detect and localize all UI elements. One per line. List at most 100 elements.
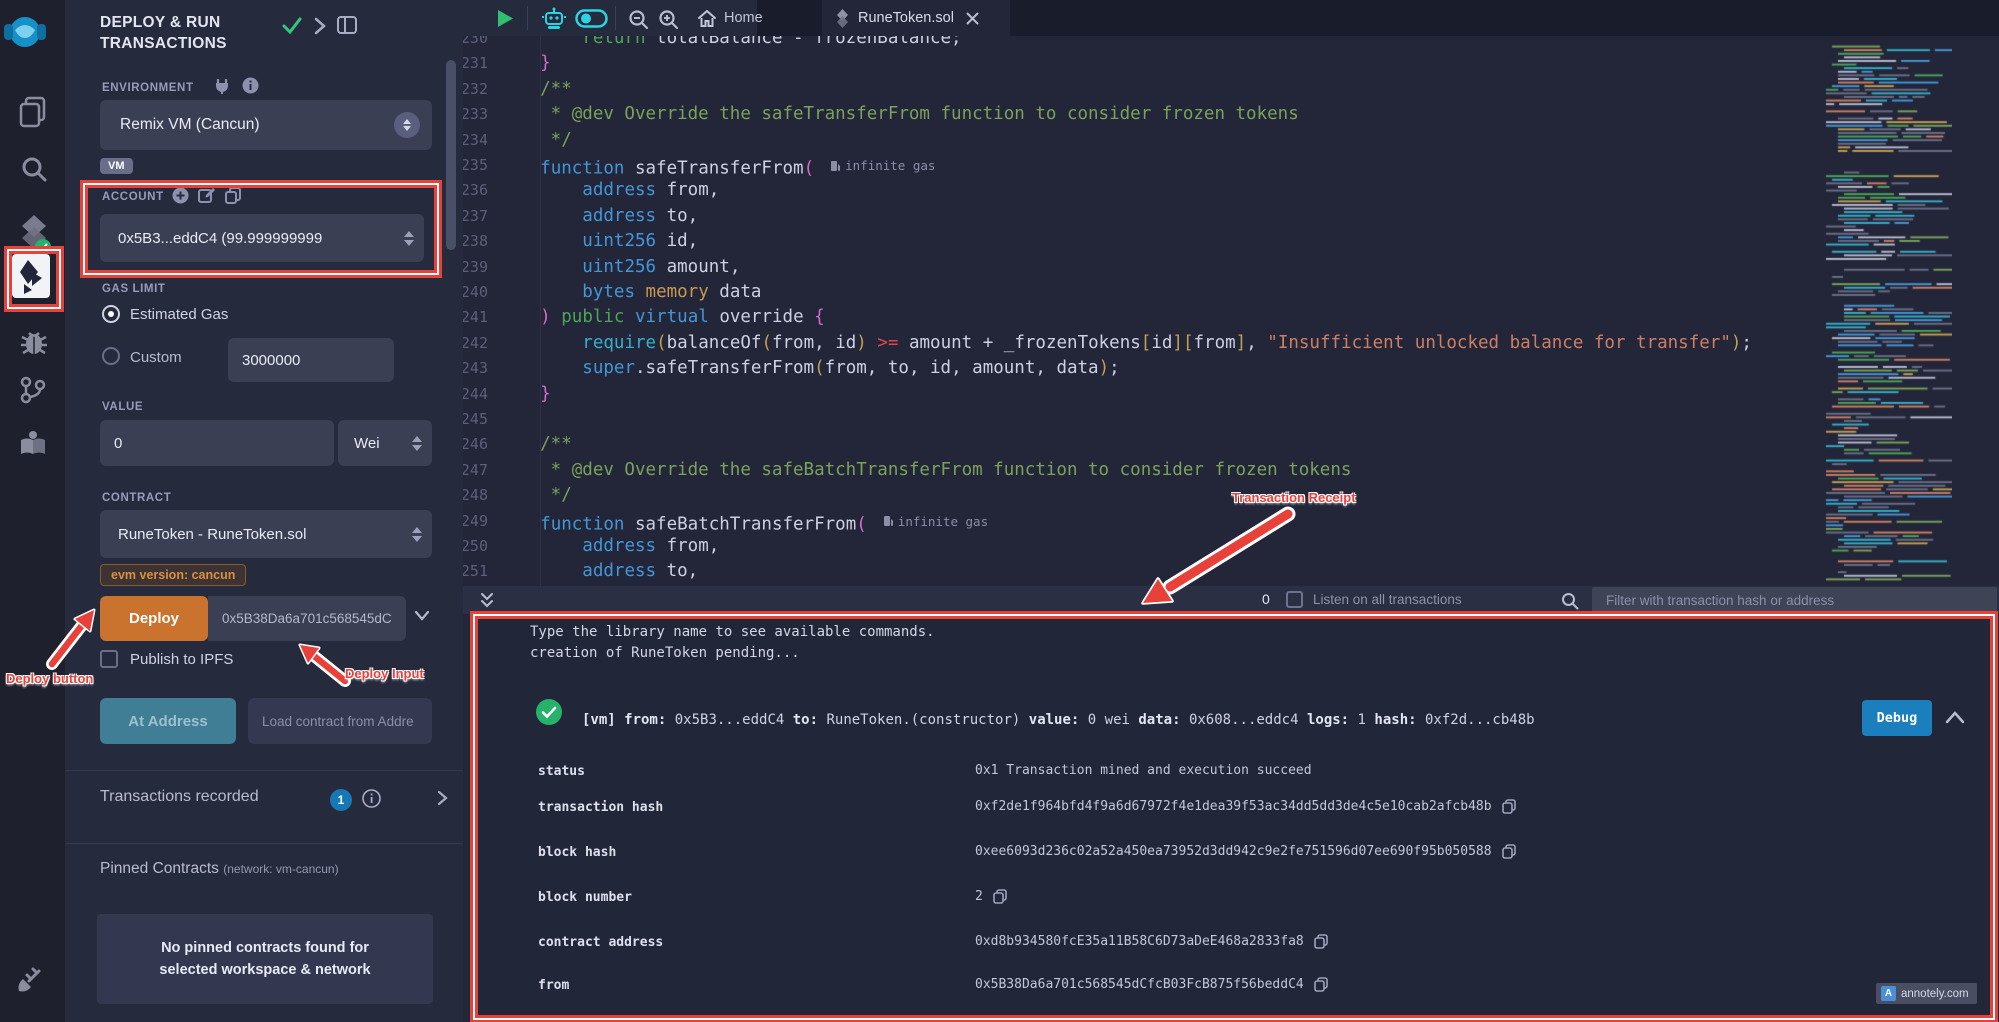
minimap[interactable] [1822, 36, 1952, 586]
remix-logo-icon[interactable] [2, 10, 48, 58]
line-number: 240 [463, 280, 488, 305]
environment-caret-icon [394, 112, 420, 138]
code-line-230[interactable]: return totalBalance - frozenBalance; [498, 36, 962, 51]
panel-scrollbar[interactable] [446, 60, 456, 250]
copilot-toggle-icon[interactable] [575, 9, 608, 28]
custom-gas-label: Custom [130, 349, 182, 366]
line-number: 232 [463, 77, 488, 102]
compiled-check-icon [282, 17, 302, 35]
debug-button[interactable]: Debug [1862, 700, 1932, 736]
code-editor[interactable]: 2302312322332342352362372382392402412422… [463, 36, 1999, 586]
at-address-input[interactable] [248, 698, 432, 744]
receipt-row-value: 0xd8b934580fcE35a11B58C6D73aDeE468a2833f… [975, 934, 1328, 949]
deploy-button[interactable]: Deploy [100, 596, 208, 641]
pinned-network-label: (network: vm-cancun) [223, 862, 338, 876]
deploy-run-icon[interactable] [12, 254, 50, 298]
code-line-236[interactable]: address from, [498, 178, 719, 203]
plug-icon[interactable] [215, 78, 229, 94]
copy-icon[interactable] [1502, 799, 1516, 814]
plugin-manager-icon[interactable] [15, 965, 45, 995]
tab-runetoken[interactable]: RuneToken.sol [822, 0, 1010, 36]
transactions-info-icon[interactable] [362, 789, 381, 808]
gas-pump-icon [883, 515, 893, 527]
annotely-logo-icon: A [1881, 986, 1896, 1001]
code-line-231[interactable]: } [498, 51, 551, 76]
code-line-240[interactable]: bytes memory data [498, 280, 761, 305]
add-account-icon[interactable] [172, 187, 189, 204]
solidity-compiler-icon[interactable] [18, 214, 52, 256]
line-number: 246 [463, 432, 488, 457]
listen-all-checkbox[interactable] [1286, 591, 1303, 608]
code-line-238[interactable]: uint256 id, [498, 229, 698, 254]
ai-assistant-icon[interactable] [541, 7, 567, 31]
receipt-row-value: 0xf2de1f964bfd4f9a6d67972f4e1dea39f53ac3… [975, 799, 1516, 814]
file-explorer-icon[interactable] [18, 96, 48, 128]
environment-info-icon[interactable] [242, 77, 259, 94]
home-tab-label: Home [724, 10, 763, 26]
code-line-251[interactable]: address to, [498, 559, 698, 584]
code-line-239[interactable]: uint256 amount, [498, 255, 740, 280]
at-address-button[interactable]: At Address [100, 698, 236, 744]
copy-icon[interactable] [1502, 844, 1516, 859]
transactions-expand-icon[interactable] [437, 790, 448, 806]
account-value: 0x5B3...eddC4 (99.999999999 [100, 230, 322, 247]
code-line-243[interactable]: super.safeTransferFrom(from, to, id, amo… [498, 356, 1120, 381]
remix-ide: DEPLOY & RUN TRANSACTIONS ENVIRONMENT Re… [0, 0, 1999, 1022]
code-line-247[interactable]: * @dev Override the safeBatchTransferFro… [498, 458, 1351, 483]
value-input[interactable] [100, 420, 334, 466]
code-line-241[interactable]: ) public virtual override { [498, 305, 825, 330]
code-line-233[interactable]: * @dev Override the safeTransferFrom fun… [498, 102, 1299, 127]
deploy-expand-icon[interactable] [414, 610, 430, 622]
copy-account-icon[interactable] [225, 187, 242, 204]
line-number: 230 [463, 36, 488, 51]
edit-account-icon[interactable] [198, 187, 215, 204]
tx-summary[interactable]: [vm] from: 0x5B3...eddC4 to: RuneToken.(… [582, 712, 1535, 728]
receipt-row-value: 0x1 Transaction mined and execution succ… [975, 763, 1312, 778]
code-line-242[interactable]: require(balanceOf(from, id) >= amount + … [498, 331, 1752, 356]
git-branch-icon[interactable] [20, 376, 46, 404]
deploy-input[interactable] [208, 596, 406, 641]
debugger-icon[interactable] [19, 327, 49, 357]
copy-icon[interactable] [1314, 977, 1328, 992]
collapse-terminal-icon[interactable] [480, 593, 494, 608]
code-line-232[interactable]: /** [498, 77, 572, 102]
code-line-234[interactable]: */ [498, 128, 572, 153]
run-script-icon[interactable] [497, 9, 514, 28]
pin-panel-icon[interactable] [314, 17, 326, 35]
copy-icon[interactable] [1314, 934, 1328, 949]
custom-gas-radio[interactable] [102, 347, 120, 365]
environment-select[interactable]: Remix VM (Cancun) [100, 100, 432, 150]
close-tab-icon[interactable] [966, 12, 979, 25]
contract-select[interactable]: RuneToken - RuneToken.sol [100, 510, 432, 558]
custom-gas-input[interactable] [228, 338, 394, 382]
code-line-244[interactable]: } [498, 382, 551, 407]
toolbar-separator-2 [615, 6, 616, 30]
code-line-250[interactable]: address from, [498, 534, 719, 559]
collapse-receipt-icon[interactable] [1945, 710, 1965, 724]
code-line-249[interactable]: function safeBatchTransferFrom(infinite … [498, 509, 988, 534]
zoom-out-icon[interactable] [628, 9, 649, 30]
learneth-icon[interactable] [18, 428, 48, 458]
vm-badge: VM [100, 158, 133, 174]
value-unit-select[interactable]: Wei [338, 420, 432, 466]
copy-icon[interactable] [993, 889, 1007, 904]
zoom-in-icon[interactable] [658, 9, 679, 30]
filter-transactions-input[interactable] [1592, 587, 1997, 613]
code-line-248[interactable]: */ [498, 483, 572, 508]
code-line-235[interactable]: function safeTransferFrom(infinite gas [498, 153, 935, 178]
terminal-search-icon[interactable] [1561, 592, 1579, 610]
code-line-246[interactable]: /** [498, 432, 572, 457]
estimated-gas-radio[interactable] [102, 305, 120, 323]
line-number: 238 [463, 229, 488, 254]
layout-icon[interactable] [337, 16, 357, 34]
deploy-input-label: Deploy Input [345, 666, 424, 681]
publish-ipfs-checkbox[interactable] [100, 650, 118, 668]
account-select[interactable]: 0x5B3...eddC4 (99.999999999 [100, 214, 424, 262]
tab-home[interactable]: Home [698, 0, 763, 36]
contract-stepper-icon [412, 527, 422, 542]
home-icon [698, 10, 716, 27]
receipt-row-label: block number [538, 890, 632, 905]
code-line-237[interactable]: address to, [498, 204, 698, 229]
search-icon[interactable] [20, 155, 48, 183]
transaction-receipt-label: Transaction Receipt [1232, 490, 1356, 505]
